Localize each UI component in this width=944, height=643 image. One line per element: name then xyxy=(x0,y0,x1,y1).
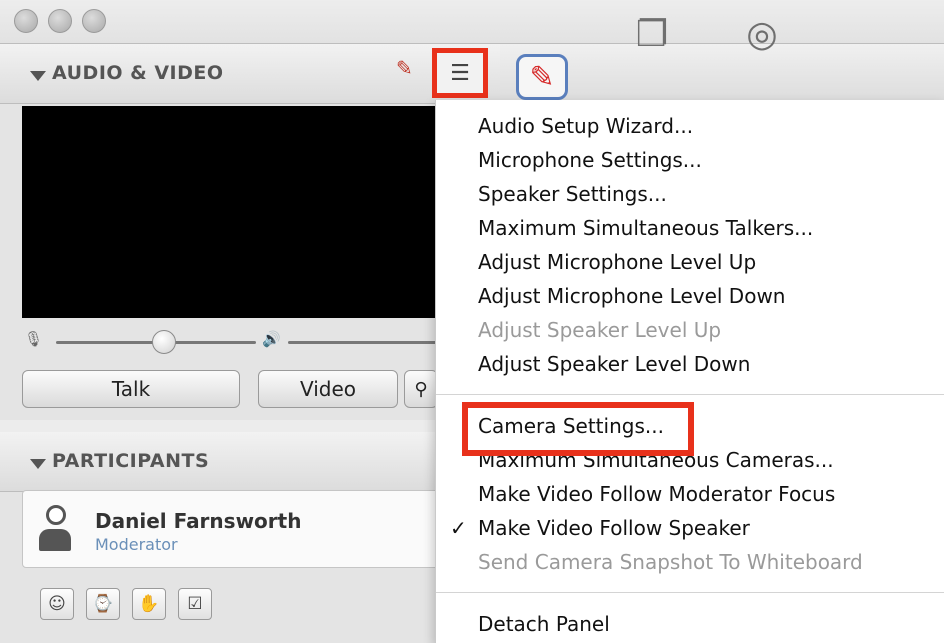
options-menu-icon: ☰ xyxy=(450,60,470,86)
menu-item-detach-panel[interactable]: Detach Panel xyxy=(478,612,610,636)
close-window-button[interactable] xyxy=(14,9,38,33)
panel-options-menu: Audio Setup Wizard... Microphone Setting… xyxy=(435,100,944,643)
level-sliders: 🎙 🔊 xyxy=(22,326,442,358)
status-emoticon-icon: ☺ xyxy=(48,594,66,614)
web-tour-icon[interactable]: ◎ xyxy=(732,8,792,60)
whiteboard-icon[interactable]: ✎ xyxy=(516,54,568,100)
talk-button[interactable]: Talk xyxy=(22,370,240,408)
away-icon: ⌚ xyxy=(92,594,114,614)
app-window: AUDIO & VIDEO 🎙 🔊 Talk Video ⚲ PARTICIPA… xyxy=(0,0,944,643)
checkbox-icon: ☑ xyxy=(187,594,203,614)
microphone-icon: 🎙 xyxy=(24,330,44,348)
menu-item-max-talkers[interactable]: Maximum Simultaneous Talkers... xyxy=(478,216,813,240)
collapse-triangle-icon[interactable] xyxy=(30,459,46,469)
menu-item-speaker-level-down[interactable]: Adjust Speaker Level Down xyxy=(478,352,750,376)
menu-item-follow-speaker[interactable]: Make Video Follow Speaker xyxy=(478,516,750,540)
camera-settings-highlight xyxy=(462,402,694,456)
participants-header[interactable]: PARTICIPANTS xyxy=(0,432,500,492)
raise-hand-button[interactable]: ✋ xyxy=(132,588,166,620)
collapse-triangle-icon[interactable] xyxy=(30,71,46,81)
title-bar xyxy=(0,0,944,44)
menu-item-audio-setup-wizard[interactable]: Audio Setup Wizard... xyxy=(478,114,693,138)
audio-video-title: AUDIO & VIDEO xyxy=(52,62,224,84)
menu-separator xyxy=(436,394,944,395)
emoticon-status-button[interactable]: ☺ xyxy=(40,588,74,620)
checkbox-status-button[interactable]: ☑ xyxy=(178,588,212,620)
panel-options-button[interactable]: ☰ xyxy=(432,48,488,98)
checkmark-icon: ✓ xyxy=(450,516,467,540)
menu-item-camera-snapshot: Send Camera Snapshot To Whiteboard xyxy=(478,550,863,574)
audio-video-header[interactable]: AUDIO & VIDEO xyxy=(0,44,500,104)
speaker-level-track[interactable] xyxy=(288,341,438,344)
raise-hand-icon: ✋ xyxy=(138,594,160,614)
audio-indicator-icon: ✎ xyxy=(396,56,413,80)
app-share-icon[interactable]: ❐ xyxy=(622,8,682,60)
participant-role: Moderator xyxy=(95,535,178,554)
minimize-window-button[interactable] xyxy=(48,9,72,33)
participant-row[interactable]: Daniel Farnsworth Moderator xyxy=(22,490,442,568)
video-preview xyxy=(22,106,442,318)
speaker-icon: 🔊 xyxy=(262,330,281,348)
participant-name: Daniel Farnsworth xyxy=(95,509,302,533)
menu-item-speaker-settings[interactable]: Speaker Settings... xyxy=(478,182,667,206)
menu-item-microphone-settings[interactable]: Microphone Settings... xyxy=(478,148,702,172)
menu-item-mic-level-down[interactable]: Adjust Microphone Level Down xyxy=(478,284,785,308)
video-button[interactable]: Video xyxy=(258,370,398,408)
person-icon: ⚲ xyxy=(414,378,428,400)
participants-title: PARTICIPANTS xyxy=(52,450,210,472)
menu-item-follow-moderator[interactable]: Make Video Follow Moderator Focus xyxy=(478,482,835,506)
mic-level-knob[interactable] xyxy=(152,330,176,354)
menu-item-mic-level-up[interactable]: Adjust Microphone Level Up xyxy=(478,250,756,274)
menu-separator xyxy=(436,592,944,593)
away-status-button[interactable]: ⌚ xyxy=(86,588,120,620)
menu-item-speaker-level-up: Adjust Speaker Level Up xyxy=(478,318,722,342)
avatar xyxy=(39,505,71,553)
zoom-window-button[interactable] xyxy=(82,9,106,33)
people-button[interactable]: ⚲ xyxy=(404,370,438,408)
